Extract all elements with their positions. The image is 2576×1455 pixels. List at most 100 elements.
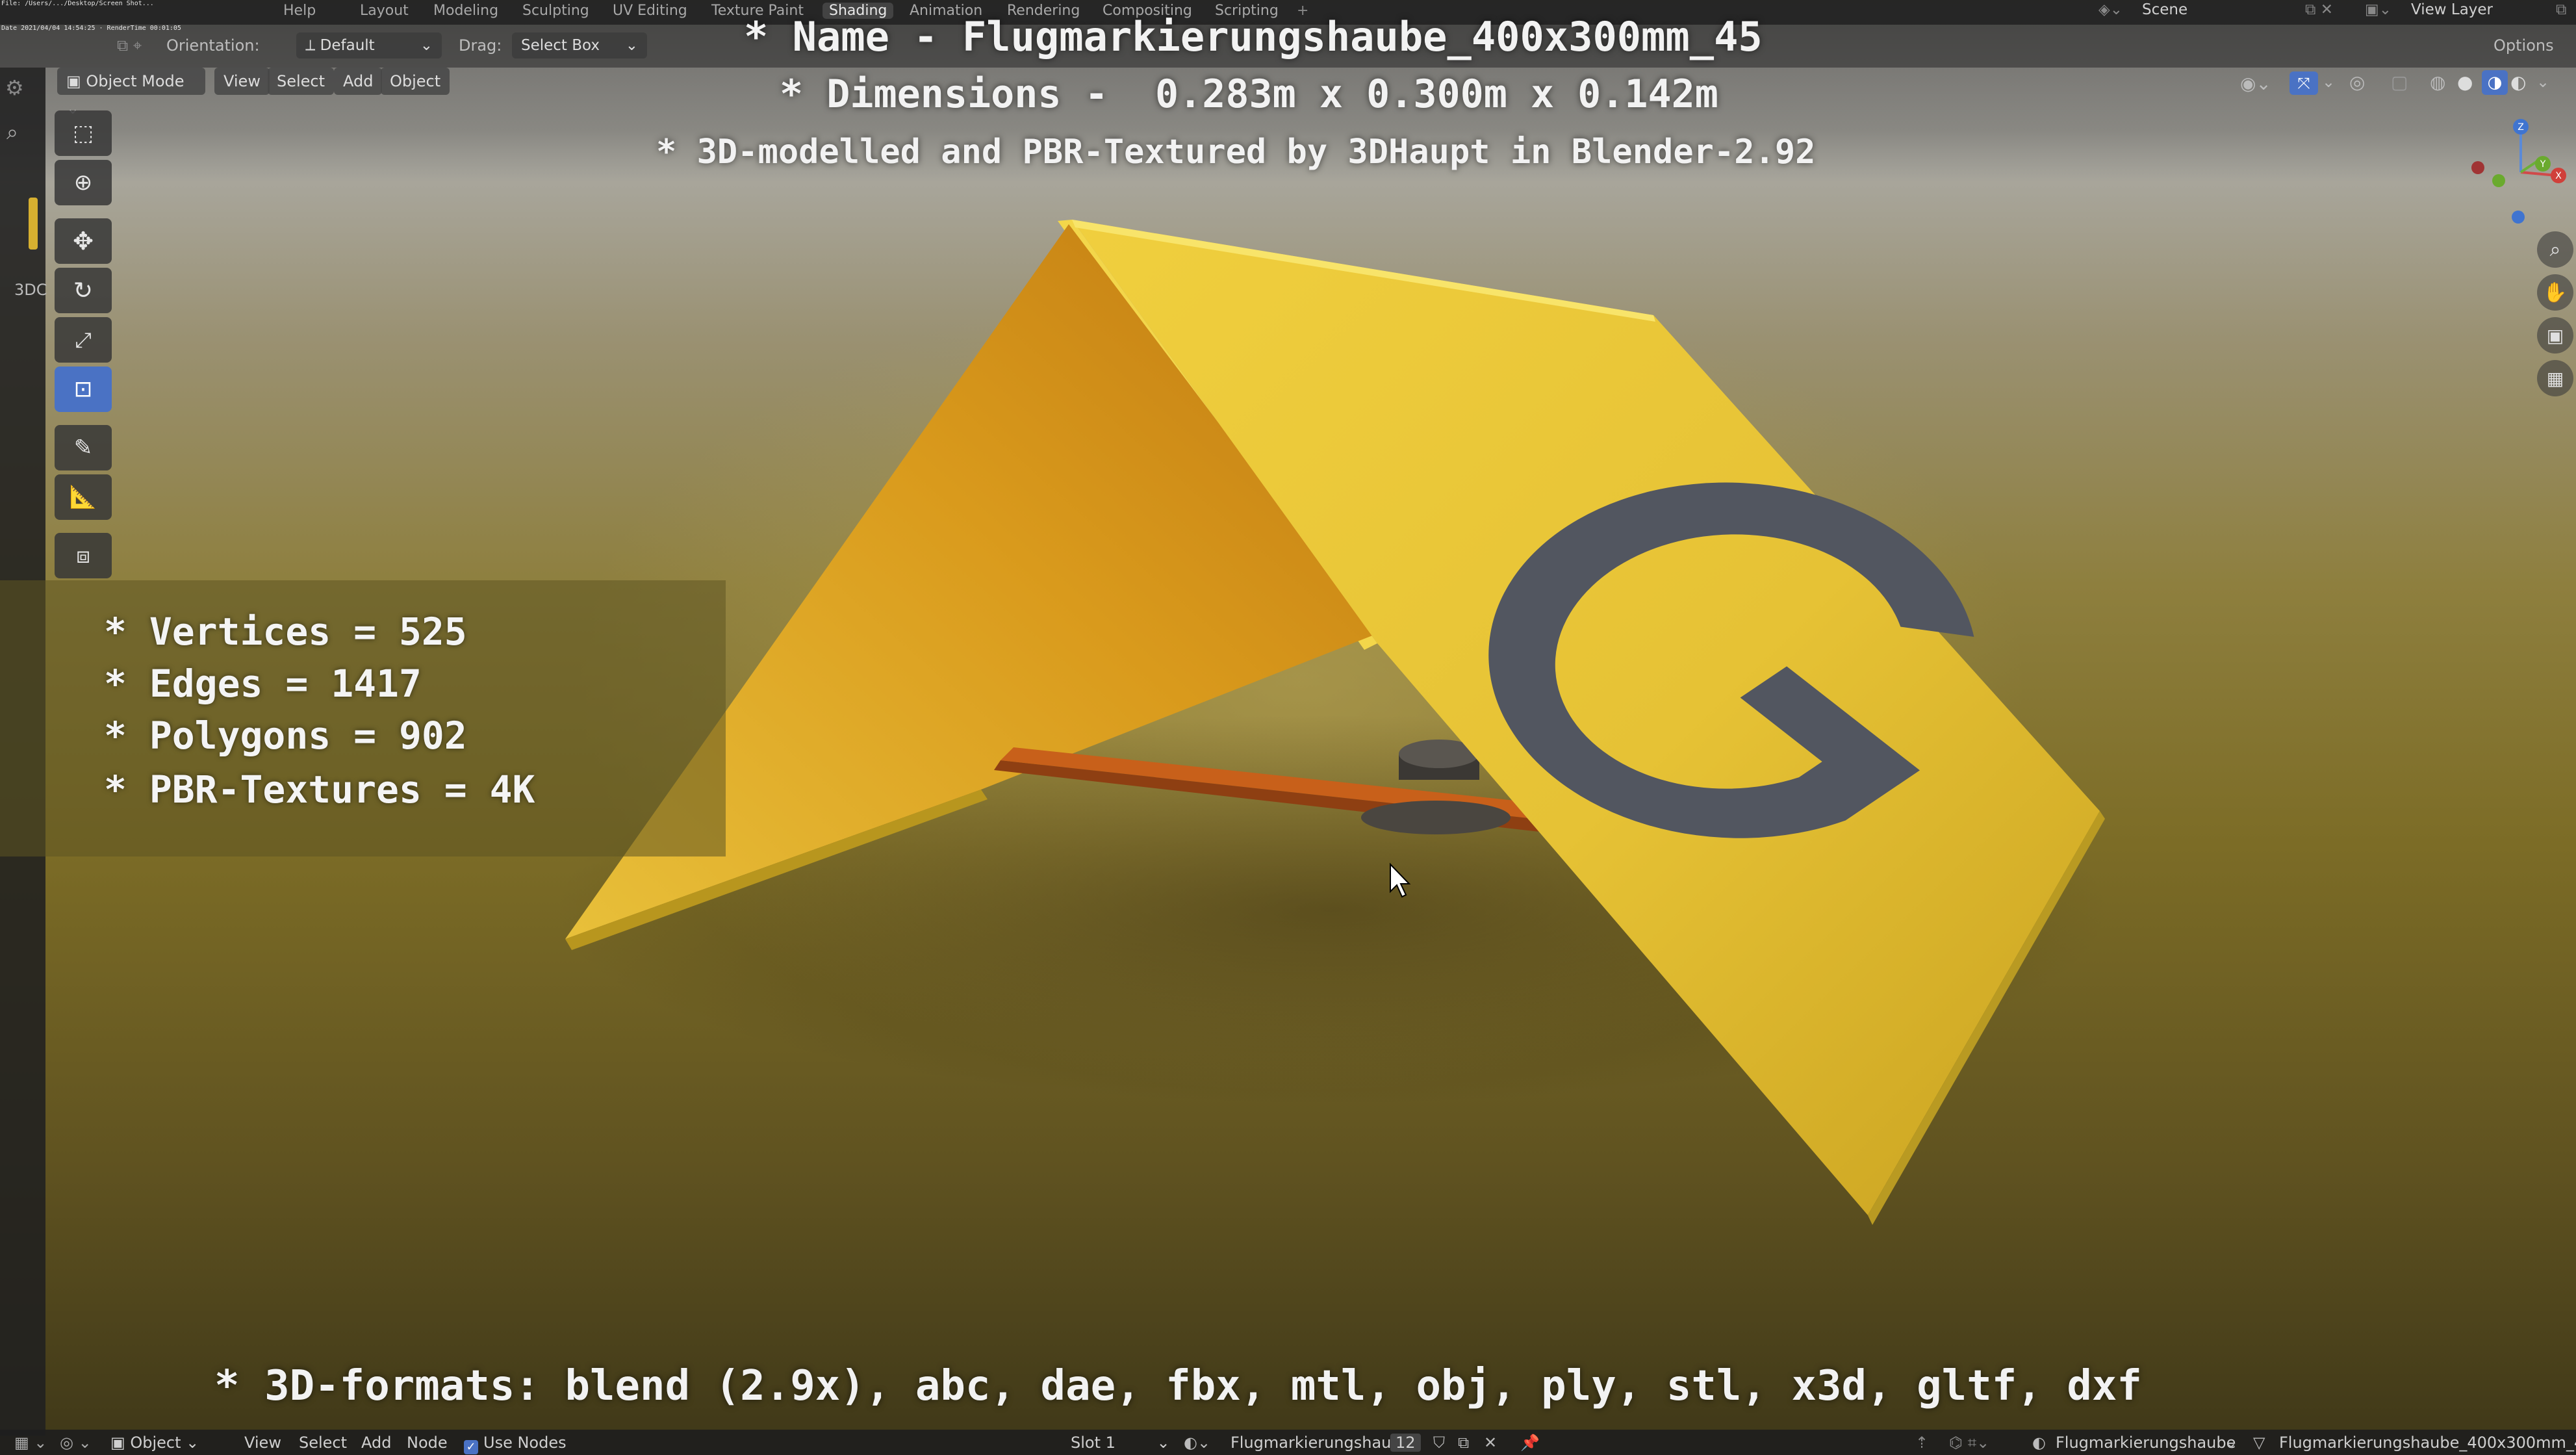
- file-info-text: File: /Users/.../Desktop/Screen Shot...: [1, 0, 154, 7]
- tab-uv-editing[interactable]: UV Editing: [613, 3, 687, 19]
- stat-edges: * Edges = 1417: [104, 662, 422, 706]
- menu-help[interactable]: Help: [283, 3, 316, 19]
- orientation-dropdown[interactable]: ⟂ Default ⌄: [296, 32, 442, 58]
- object-shader-type-label: Object: [130, 1434, 181, 1452]
- tab-layout[interactable]: Layout: [360, 3, 409, 19]
- node-view-menu[interactable]: View: [244, 1434, 281, 1452]
- rotate-icon: ↻: [73, 277, 94, 304]
- rendered-shading-icon[interactable]: ◐: [2510, 71, 2526, 93]
- visibility-icon[interactable]: ◉⌄: [2240, 73, 2271, 94]
- annotate-tool[interactable]: ✎: [55, 425, 112, 470]
- select-menu[interactable]: Select: [268, 68, 335, 95]
- wireframe-shading-icon[interactable]: ◍: [2430, 71, 2445, 93]
- select-box-tool[interactable]: ⬚: [55, 110, 112, 156]
- node-tree-type-icon[interactable]: ◎ ⌄: [60, 1434, 92, 1452]
- orientation-label: Orientation:: [166, 36, 260, 55]
- view-layer-copy-icon[interactable]: ⧉: [2556, 1, 2566, 18]
- material-browse-icon[interactable]: ◐⌄: [1184, 1434, 1210, 1452]
- scale-tool[interactable]: ⤢: [55, 317, 112, 363]
- stats-panel: * Vertices = 525 * Edges = 1417 * Polygo…: [0, 580, 726, 856]
- chevron-right-icon: ⌄: [2225, 1434, 2238, 1452]
- slot-dropdown[interactable]: Slot 1 ⌄: [1071, 1434, 1170, 1452]
- object-menu[interactable]: Object: [381, 68, 450, 95]
- tab-sculpting[interactable]: Sculpting: [522, 3, 589, 19]
- viewport-display-controls: ◉⌄ ⤧ ⌄ ◎ ▢ ◍ ● ◑ ◐ ⌄: [2235, 69, 2573, 99]
- render-info-text: Date 2021/04/04 14:54:25 · RenderTime 00…: [1, 25, 181, 32]
- svg-text:X: X: [2555, 171, 2562, 181]
- chevron-down-icon: ⌄: [420, 37, 433, 54]
- material-user-count[interactable]: 12: [1390, 1434, 1421, 1452]
- solid-shading-icon[interactable]: ●: [2457, 71, 2473, 93]
- washer: [1361, 801, 1511, 834]
- camera-view-icon[interactable]: ▣: [2537, 317, 2573, 354]
- breadcrumb-object[interactable]: Flugmarkierungshaube: [2056, 1434, 2236, 1452]
- scene-icon[interactable]: ◈⌄: [2098, 1, 2123, 18]
- scene-copy-icon[interactable]: ⧉ ✕: [2305, 1, 2333, 18]
- view-menu[interactable]: View: [214, 68, 270, 95]
- transform-tool[interactable]: ⊡: [55, 367, 112, 412]
- pencil-icon: ✎: [73, 435, 93, 461]
- xray-icon[interactable]: ▢: [2391, 71, 2408, 93]
- material-name-field[interactable]: Flugmarkierungshau...: [1231, 1434, 1406, 1452]
- node-add-menu[interactable]: Add: [361, 1434, 391, 1452]
- crosshair-icon: ⊕: [73, 170, 93, 196]
- cube-add-icon: ⧈: [76, 543, 90, 569]
- drag-dropdown[interactable]: Select Box ⌄: [512, 32, 647, 58]
- add-menu[interactable]: Add: [334, 68, 383, 95]
- axis-gizmo[interactable]: Z X Y: [2456, 110, 2573, 227]
- use-nodes-label: Use Nodes: [483, 1434, 567, 1452]
- material-preview-shading-icon[interactable]: ◑: [2482, 70, 2508, 95]
- node-menu[interactable]: Node: [407, 1434, 448, 1452]
- parent-node-icon[interactable]: ⇡: [1915, 1434, 1928, 1452]
- object-mode-label: Object Mode: [86, 72, 185, 90]
- view-layer-selector[interactable]: View Layer: [2411, 1, 2493, 18]
- tab-modeling[interactable]: Modeling: [433, 3, 498, 19]
- chevron-down-icon[interactable]: ⌄: [2322, 73, 2335, 91]
- breadcrumb-mesh[interactable]: Flugmarkierungshaube_400x300mm_45: [2279, 1434, 2576, 1452]
- zoom-icon[interactable]: ⌕: [2537, 231, 2573, 268]
- chevron-down-icon: ⌄: [625, 37, 638, 54]
- editor-type-icon[interactable]: ▦ ⌄: [14, 1434, 47, 1452]
- gizmo-toggle-icon[interactable]: ⤧: [2289, 71, 2318, 95]
- editor-type-icon[interactable]: ⧉ ⌖: [117, 36, 142, 55]
- options-button[interactable]: Options: [2493, 36, 2554, 55]
- overlay-credit-line: * 3D-modelled and PBR-Textured by 3DHaup…: [656, 133, 1816, 172]
- search-icon[interactable]: ⌕: [6, 120, 18, 145]
- chevron-down-icon: ⌄: [186, 1434, 199, 1452]
- pin-icon[interactable]: 📌: [1520, 1434, 1540, 1452]
- node-select-menu[interactable]: Select: [299, 1434, 347, 1452]
- drag-value: Select Box: [521, 37, 600, 54]
- overlay-name-line: * Name - Flugmarkierungshaube_400x300mm_…: [744, 13, 1763, 60]
- overlay-icon[interactable]: ◎: [2349, 71, 2365, 93]
- duplicate-material-icon[interactable]: ⧉: [1458, 1434, 1469, 1452]
- ruler-icon: 📐: [69, 484, 97, 510]
- cursor-tool[interactable]: ⊕: [55, 160, 112, 205]
- rotate-tool[interactable]: ↻: [55, 268, 112, 313]
- add-cube-tool[interactable]: ⧈: [55, 533, 112, 578]
- slot-label: Slot 1: [1071, 1434, 1116, 1452]
- svg-text:Z: Z: [2518, 122, 2524, 133]
- measure-tool[interactable]: 📐: [55, 474, 112, 520]
- svg-text:Y: Y: [2540, 159, 2546, 170]
- scene-selector[interactable]: Scene: [2142, 1, 2187, 18]
- scroll-indicator[interactable]: [29, 198, 38, 250]
- settings-gear-icon[interactable]: ⚙: [5, 75, 24, 100]
- scale-icon: ⤢: [75, 327, 92, 352]
- pan-hand-icon[interactable]: ✋: [2537, 274, 2573, 311]
- fake-user-shield-icon[interactable]: ⛉: [1433, 1434, 1445, 1452]
- object-shader-type-dropdown[interactable]: ▣ Object ⌄: [110, 1434, 199, 1452]
- unlink-material-icon[interactable]: ✕: [1484, 1434, 1497, 1452]
- sidebar-3d-cursor-label: 3DC: [14, 281, 47, 299]
- stat-vertices: * Vertices = 525: [104, 610, 467, 654]
- 3d-viewport[interactable]: File: /Users/.../Desktop/Screen Shot... …: [0, 0, 2576, 1455]
- overlay-dimensions-line: * Dimensions - 0.283m x 0.300m x 0.142m: [780, 71, 1718, 117]
- snap-icon[interactable]: ⌬ ⌗⌄: [1949, 1434, 1989, 1452]
- orientation-axis-icon: ⟂: [305, 37, 320, 54]
- object-mode-dropdown[interactable]: ▣ Object Mode ⌄: [57, 68, 205, 118]
- stat-pbr-textures: * PBR-Textures = 4K: [104, 767, 535, 812]
- perspective-toggle-icon[interactable]: ▦: [2537, 360, 2573, 396]
- use-nodes-checkbox[interactable]: ✓ Use Nodes: [464, 1434, 567, 1454]
- view-layer-icon[interactable]: ▣⌄: [2365, 1, 2391, 18]
- chevron-down-icon[interactable]: ⌄: [2536, 73, 2549, 91]
- move-tool[interactable]: ✥: [55, 218, 112, 264]
